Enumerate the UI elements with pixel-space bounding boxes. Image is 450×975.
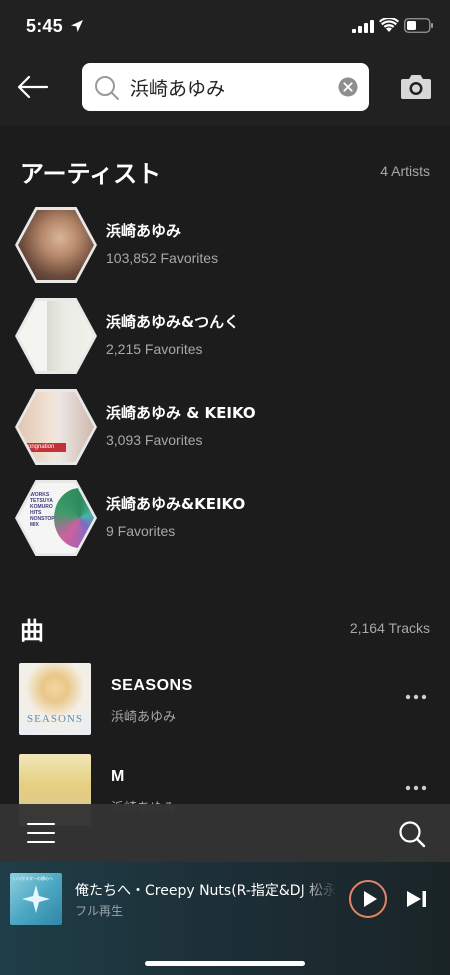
hamburger-menu-icon[interactable]	[27, 822, 55, 844]
back-arrow-icon[interactable]	[16, 74, 50, 100]
artwork-caption: いつかスターの横のへ	[13, 876, 53, 881]
artist-favorites: 103,852 Favorites	[106, 250, 219, 266]
artist-name: 浜崎あゆみ	[106, 222, 182, 240]
search-input[interactable]	[130, 73, 330, 101]
artists-section-title: アーティスト	[20, 160, 162, 188]
artist-avatar: songnation	[15, 389, 97, 465]
artist-row[interactable]: 浜崎あゆみ 103,852 Favorites	[0, 207, 450, 297]
artist-favorites: 9 Favorites	[106, 523, 176, 539]
artist-favorites: 2,215 Favorites	[106, 341, 203, 357]
artist-row[interactable]: 浜崎あゆみ&つんく 2,215 Favorites	[0, 298, 450, 388]
battery-icon	[404, 18, 433, 33]
track-title: SEASONS	[111, 677, 193, 694]
search-icon	[95, 76, 119, 100]
search-header	[0, 52, 450, 126]
artist-favorites: 3,093 Favorites	[106, 432, 203, 448]
more-options-icon[interactable]	[404, 784, 428, 792]
search-box[interactable]	[82, 63, 369, 111]
star-icon	[22, 885, 50, 913]
home-indicator	[145, 961, 305, 966]
cellular-signal-icon	[352, 20, 374, 33]
tracks-count: 2,164 Tracks	[349, 620, 430, 636]
artist-name: 浜崎あゆみ&KEIKO	[106, 495, 246, 513]
mini-player[interactable]: いつかスターの横のへ 俺たちへ・Creepy Nuts(R-指定&DJ 松永) …	[0, 862, 450, 975]
play-button[interactable]	[349, 880, 387, 918]
more-options-icon[interactable]	[404, 693, 428, 701]
album-cover-label: songnation	[22, 443, 66, 452]
track-artwork: SEASONS	[19, 663, 91, 735]
status-time: 5:45	[26, 16, 63, 36]
tracks-section-title: 曲	[20, 617, 44, 645]
artist-name: 浜崎あゆみ&つんく	[106, 313, 240, 331]
track-artist: 浜崎あゆみ	[111, 710, 177, 725]
track-row[interactable]: SEASONS SEASONS 浜崎あゆみ	[0, 663, 450, 753]
bottom-nav-bar	[0, 804, 450, 862]
track-title: M	[111, 768, 125, 785]
wifi-icon	[379, 18, 399, 32]
now-playing-subtitle: フル再生	[75, 904, 124, 918]
search-icon[interactable]	[398, 820, 426, 848]
location-arrow-icon	[71, 20, 83, 32]
artist-avatar	[15, 298, 97, 374]
album-cover-label: SEASONS	[27, 713, 83, 725]
artist-name: 浜崎あゆみ & KEIKO	[106, 404, 256, 422]
now-playing-title: 俺たちへ・Creepy Nuts(R-指定&DJ 松永)	[75, 883, 337, 899]
artists-count: 4 Artists	[380, 163, 430, 179]
now-playing-artwork: いつかスターの横のへ	[10, 873, 62, 925]
artist-row[interactable]: WORKS TETSUYA KOMURO HITS NONSTOP MIX 浜崎…	[0, 480, 450, 570]
clear-search-icon[interactable]	[338, 77, 358, 97]
artist-avatar: WORKS TETSUYA KOMURO HITS NONSTOP MIX	[15, 480, 97, 556]
skip-next-icon[interactable]	[406, 890, 428, 908]
artist-avatar	[15, 207, 97, 283]
play-icon	[364, 891, 377, 907]
artist-row[interactable]: songnation 浜崎あゆみ & KEIKO 3,093 Favorites	[0, 389, 450, 479]
camera-icon[interactable]	[400, 72, 432, 100]
status-bar: 5:45	[0, 0, 450, 52]
